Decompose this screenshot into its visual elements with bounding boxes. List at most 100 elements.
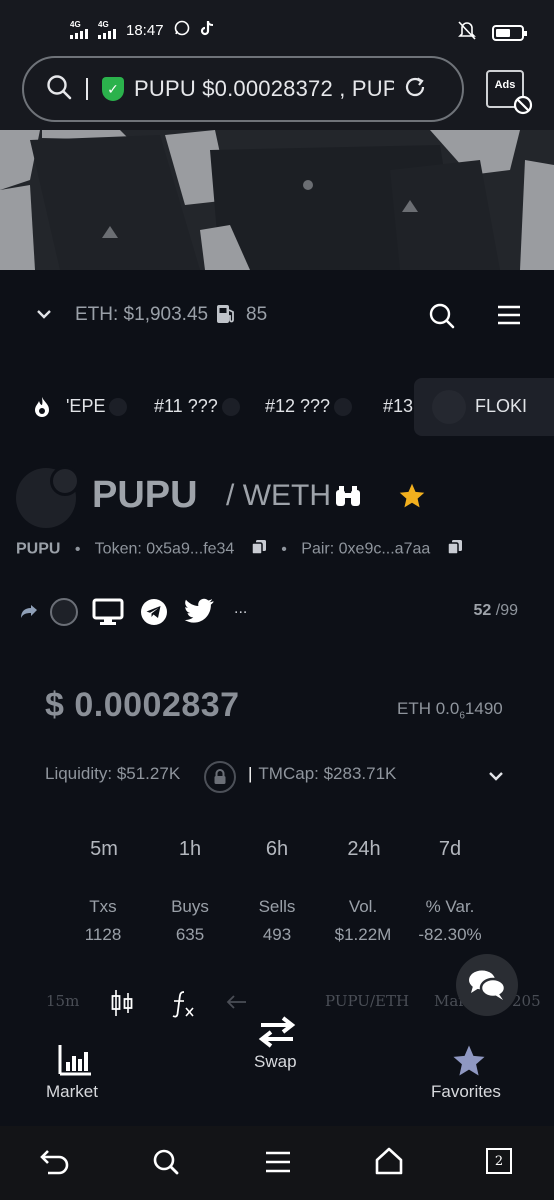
stat-label: Txs	[89, 897, 117, 916]
token-icon	[432, 390, 466, 424]
market-nav-label[interactable]: Market	[46, 1082, 98, 1102]
signal-indicator-2: 4G	[98, 21, 116, 39]
trend-label: 'EPE	[66, 396, 106, 416]
token-icon	[221, 398, 240, 417]
stat-volume: Vol. $1.22M	[318, 897, 408, 945]
coin-icon[interactable]	[50, 598, 78, 626]
trending-item-1[interactable]: 'EPE	[66, 396, 128, 417]
swap-icon[interactable]	[258, 1016, 296, 1053]
menu-icon[interactable]	[264, 1150, 292, 1179]
stat-value: 493	[262, 925, 292, 944]
bell-off-icon	[458, 20, 476, 45]
chain-logo	[50, 466, 80, 496]
chevron-down-icon[interactable]	[488, 770, 504, 788]
status-bar: 4G 4G 18:47	[0, 0, 554, 52]
pair-separator: /	[226, 479, 235, 512]
chart-pair: PUPU/ETH	[325, 992, 410, 1010]
battery-icon	[492, 24, 527, 41]
chart-interval[interactable]: 15m	[46, 992, 79, 1010]
status-right	[458, 20, 527, 45]
swap-nav-label[interactable]: Swap	[254, 1052, 297, 1072]
ads-label: Ads	[494, 79, 516, 91]
stat-value: 1128	[84, 925, 122, 944]
token-symbol: PUPU	[92, 474, 198, 516]
eth-price-suffix: 1490	[464, 699, 503, 718]
search-icon[interactable]	[46, 74, 72, 105]
lock-icon[interactable]	[204, 761, 236, 793]
whatsapp-icon	[174, 20, 190, 40]
chat-icon	[469, 970, 507, 1000]
stat-sells: Sells 493	[232, 897, 322, 945]
website-icon[interactable]	[92, 598, 124, 631]
trending-item-5[interactable]: FLOKI	[475, 396, 527, 417]
eth-price: ETH: $1,903.45	[75, 304, 209, 325]
token-icon	[334, 398, 353, 417]
trending-item-3[interactable]: #12 ???	[265, 396, 353, 417]
address-row: PUPU • Token: 0x5a9...fe34 • Pair: 0xe9c…	[16, 539, 463, 560]
tab-7d[interactable]: 7d	[410, 838, 490, 861]
reload-icon[interactable]	[402, 74, 428, 105]
network-label-1: 4G	[70, 20, 81, 29]
url-text[interactable]: PUPU $0.00028372 , PUPU ...	[134, 76, 394, 102]
copy-icon[interactable]	[251, 539, 267, 560]
menu-icon[interactable]	[496, 304, 522, 331]
chevron-down-icon[interactable]	[36, 308, 52, 326]
favorites-nav-label[interactable]: Favorites	[431, 1082, 501, 1102]
page-counter: 52 /99	[474, 602, 519, 620]
undo-icon[interactable]	[226, 994, 248, 1015]
search-icon[interactable]	[428, 302, 456, 335]
market-icon[interactable]	[58, 1044, 92, 1081]
twitter-icon[interactable]	[184, 598, 214, 629]
favorite-star-icon[interactable]	[398, 482, 426, 515]
usd-price: $ 0.0002837	[45, 686, 240, 724]
favorites-star-icon[interactable]	[451, 1044, 487, 1083]
tab-6h[interactable]: 6h	[237, 838, 317, 861]
address-bar[interactable]: ✓ PUPU $0.00028372 , PUPU ...	[22, 56, 464, 122]
stat-value: $1.22M	[334, 925, 392, 944]
stat-txs: Txs 1128	[58, 897, 148, 945]
ad-block-button[interactable]: Ads	[486, 70, 533, 115]
links-row: ... 52 /99	[20, 596, 540, 632]
eth-price-prefix: ETH 0.0	[397, 699, 460, 718]
stat-value: -82.30%	[418, 925, 482, 944]
back-icon[interactable]	[40, 1148, 70, 1181]
tab-1h[interactable]: 1h	[150, 838, 230, 861]
token-short: PUPU	[16, 540, 61, 558]
share-icon[interactable]	[20, 604, 38, 625]
trending-item-4[interactable]: #13	[383, 396, 413, 417]
clock: 18:47	[126, 21, 164, 39]
network-label-2: 4G	[98, 20, 109, 29]
home-icon[interactable]	[374, 1146, 404, 1181]
liquidity: Liquidity: $51.27K	[45, 764, 181, 783]
tabs-button[interactable]: 2	[486, 1148, 512, 1174]
chat-button[interactable]	[456, 954, 518, 1016]
browser-toolbar: ✓ PUPU $0.00028372 , PUPU ... Ads	[0, 52, 554, 130]
token-address[interactable]: Token: 0x5a9...fe34	[95, 541, 235, 558]
tab-24h[interactable]: 24h	[324, 838, 404, 861]
stat-label: Buys	[171, 897, 209, 916]
pair-address[interactable]: Pair: 0xe9c...a7aa	[301, 541, 430, 558]
stat-label: % Var.	[425, 897, 475, 916]
eth-price-value: ETH 0.061490	[397, 699, 503, 721]
timeframe-tabs: 5m 1h 6h 24h 7d	[60, 838, 500, 866]
gas-pump-icon	[214, 302, 238, 331]
binoculars-icon[interactable]	[334, 484, 362, 513]
quote-symbol: WETH	[242, 479, 332, 512]
tmcap: | TMCap: $283.71K	[248, 764, 397, 783]
secure-shield-icon[interactable]: ✓	[102, 77, 124, 101]
trend-label: #11 ???	[154, 396, 218, 416]
stat-value: 635	[175, 925, 205, 944]
search-icon[interactable]	[152, 1148, 180, 1181]
trend-label: FLOKI	[475, 396, 528, 416]
tiktok-icon	[200, 20, 214, 40]
ad-banner[interactable]	[0, 130, 554, 270]
stat-buys: Buys 635	[145, 897, 235, 945]
trending-item-2[interactable]: #11 ???	[154, 396, 240, 417]
tmcap-value: TMCap: $283.71K	[258, 764, 397, 783]
fire-icon	[33, 396, 51, 423]
copy-icon[interactable]	[446, 539, 463, 560]
telegram-icon[interactable]	[140, 598, 168, 631]
tab-5m[interactable]: 5m	[64, 838, 144, 861]
gas-price: 85	[246, 304, 268, 325]
more-links[interactable]: ...	[234, 600, 247, 618]
